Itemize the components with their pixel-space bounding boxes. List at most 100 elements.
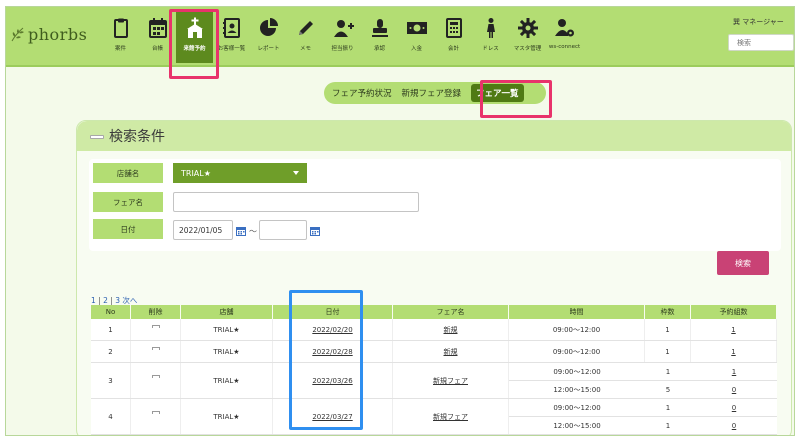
nav-item-dress[interactable]: ドレス (472, 11, 509, 63)
row-no: 1 (91, 319, 131, 340)
delete-cell (131, 399, 181, 434)
row-frames: 1 (645, 319, 691, 340)
slot-reserved-cell: 0 (691, 381, 777, 398)
header-search-input[interactable] (728, 34, 794, 51)
date-to-input[interactable] (259, 220, 307, 240)
row-store: TRIAL★ (181, 399, 273, 434)
row-store: TRIAL★ (181, 363, 273, 398)
row-reserved-link[interactable]: 1 (731, 348, 735, 356)
nav-item-payment[interactable]: 入金 (398, 11, 435, 63)
page-link-2[interactable]: 2 (103, 296, 108, 305)
search-form: 店舗名 TRIAL★ フェア名 日付 〜 (89, 159, 781, 251)
row-no: 4 (91, 399, 131, 434)
slot-reserved-cell: 1 (691, 363, 777, 380)
row-date-cell: 2022/02/20 (273, 319, 393, 340)
app-window: phorbs 案件 台帳 来館予約 お客様一覧 レポート メモ 担当振り 承認 … (5, 6, 795, 436)
row-no: 2 (91, 341, 131, 362)
row-fair-link[interactable]: 新規 (444, 347, 458, 357)
panel-title: 検索条件 (109, 129, 165, 145)
collapse-icon[interactable] (90, 135, 104, 139)
nav-item-ledger[interactable]: 台帳 (139, 11, 176, 63)
delete-cell (131, 319, 181, 340)
calendar-icon[interactable] (236, 226, 246, 236)
fair-table: No 削除 店舗 日付 フェア名 時間 枠数 予約組数 1 TRIAL★ 202… (91, 305, 777, 435)
delete-checkbox[interactable] (152, 375, 160, 378)
nav-label: 入金 (410, 46, 422, 52)
row-fair-link[interactable]: 新規フェア (433, 412, 468, 422)
logo[interactable]: phorbs (10, 23, 94, 45)
search-button[interactable]: 検索 (717, 251, 769, 275)
table-row: 3 TRIAL★ 2022/03/26 新規フェア 09:00〜12:00 1 … (91, 363, 777, 399)
date-range-separator: 〜 (249, 227, 257, 236)
row-date-cell: 2022/03/27 (273, 399, 393, 434)
row-frames: 1 (645, 341, 691, 362)
store-select[interactable]: TRIAL★ (173, 163, 307, 183)
slot-time: 09:00〜12:00 (553, 403, 601, 412)
slot-frames: 1 (665, 367, 671, 376)
tab-fair-list[interactable]: フェア一覧 (471, 84, 524, 102)
nav-item-memo[interactable]: メモ (287, 11, 324, 63)
delete-checkbox[interactable] (152, 325, 160, 328)
users-gear-icon (554, 19, 574, 37)
nav-item-assign[interactable]: 担当振り (324, 11, 361, 63)
page-separator: | (98, 296, 101, 305)
leaf-logo-icon (11, 27, 24, 42)
slot-reserved-link[interactable]: 0 (732, 422, 736, 430)
nav-label: ドレス (482, 46, 499, 52)
column-header-time: 時間 (509, 305, 645, 319)
row-reserved-link[interactable]: 1 (731, 326, 735, 334)
calculator-icon (445, 18, 462, 38)
row-date-link[interactable]: 2022/03/27 (312, 413, 352, 421)
row-date-link[interactable]: 2022/02/28 (312, 348, 352, 356)
tab-fair-reservation-status[interactable]: フェア予約状況 (332, 87, 392, 99)
column-header-frames: 枠数 (645, 305, 691, 319)
nav-item-customer-list[interactable]: お客様一覧 (213, 11, 250, 63)
slot-frames: 5 (665, 385, 671, 394)
nav-item-visit-reservation[interactable]: 来館予約 (176, 11, 213, 63)
user-name[interactable]: 巽 マネージャー (733, 17, 784, 27)
page-link-3[interactable]: 3 (115, 296, 120, 305)
money-icon (406, 22, 427, 34)
nav-item-approval[interactable]: 承認 (361, 11, 398, 63)
nav-item-accounting[interactable]: 会計 (435, 11, 472, 63)
calendar-icon (148, 18, 167, 38)
nav-item-report[interactable]: レポート (250, 11, 287, 63)
user-plus-icon (333, 20, 354, 37)
slot-reserved-link[interactable]: 1 (732, 368, 736, 376)
nav-label: メモ (299, 46, 311, 52)
row-date-link[interactable]: 2022/02/20 (312, 326, 352, 334)
tab-new-fair-registration[interactable]: 新規フェア登録 (402, 87, 462, 99)
fair-name-input[interactable] (173, 192, 419, 212)
table-row: 1 TRIAL★ 2022/02/20 新規 09:00〜12:00 1 1 (91, 319, 777, 341)
nav-label: レポート (257, 46, 280, 52)
slot-reserved-cell: 0 (691, 399, 777, 416)
slot-reserved-cell: 0 (691, 417, 777, 434)
row-fair-link[interactable]: 新規 (444, 325, 458, 335)
column-header-store: 店舗 (181, 305, 273, 319)
nav-item-ws-connect[interactable]: ws-connect (546, 11, 583, 63)
row-date-link[interactable]: 2022/03/26 (312, 377, 352, 385)
fair-name-label: フェア名 (93, 192, 163, 212)
table-row: 2 TRIAL★ 2022/02/28 新規 09:00〜12:00 1 1 (91, 341, 777, 363)
nav-item-cases[interactable]: 案件 (102, 11, 139, 63)
slot-reserved-link[interactable]: 0 (732, 386, 736, 394)
store-label: 店舗名 (93, 163, 163, 183)
slot-reserved-link[interactable]: 0 (732, 404, 736, 412)
row-time: 09:00〜12:00 (509, 341, 645, 362)
store-select-value: TRIAL★ (181, 168, 211, 178)
row-no: 3 (91, 363, 131, 398)
table-row: 4 TRIAL★ 2022/03/27 新規フェア 09:00〜12:00 1 … (91, 399, 777, 435)
calendar-icon[interactable] (310, 226, 320, 236)
nav-item-master[interactable]: マスタ管理 (509, 11, 546, 63)
column-header-date: 日付 (273, 305, 393, 319)
nav-label: 会計 (447, 46, 459, 52)
dress-icon (486, 18, 495, 38)
row-fair-link[interactable]: 新規フェア (433, 376, 468, 386)
date-from-input[interactable] (173, 220, 233, 240)
row-date-cell: 2022/02/28 (273, 341, 393, 362)
row-reserved-cell: 1 (691, 319, 777, 340)
delete-checkbox[interactable] (152, 411, 160, 414)
delete-checkbox[interactable] (152, 347, 160, 350)
page-link-1[interactable]: 1 (91, 296, 96, 305)
next-page-link[interactable]: 次へ (122, 296, 137, 305)
